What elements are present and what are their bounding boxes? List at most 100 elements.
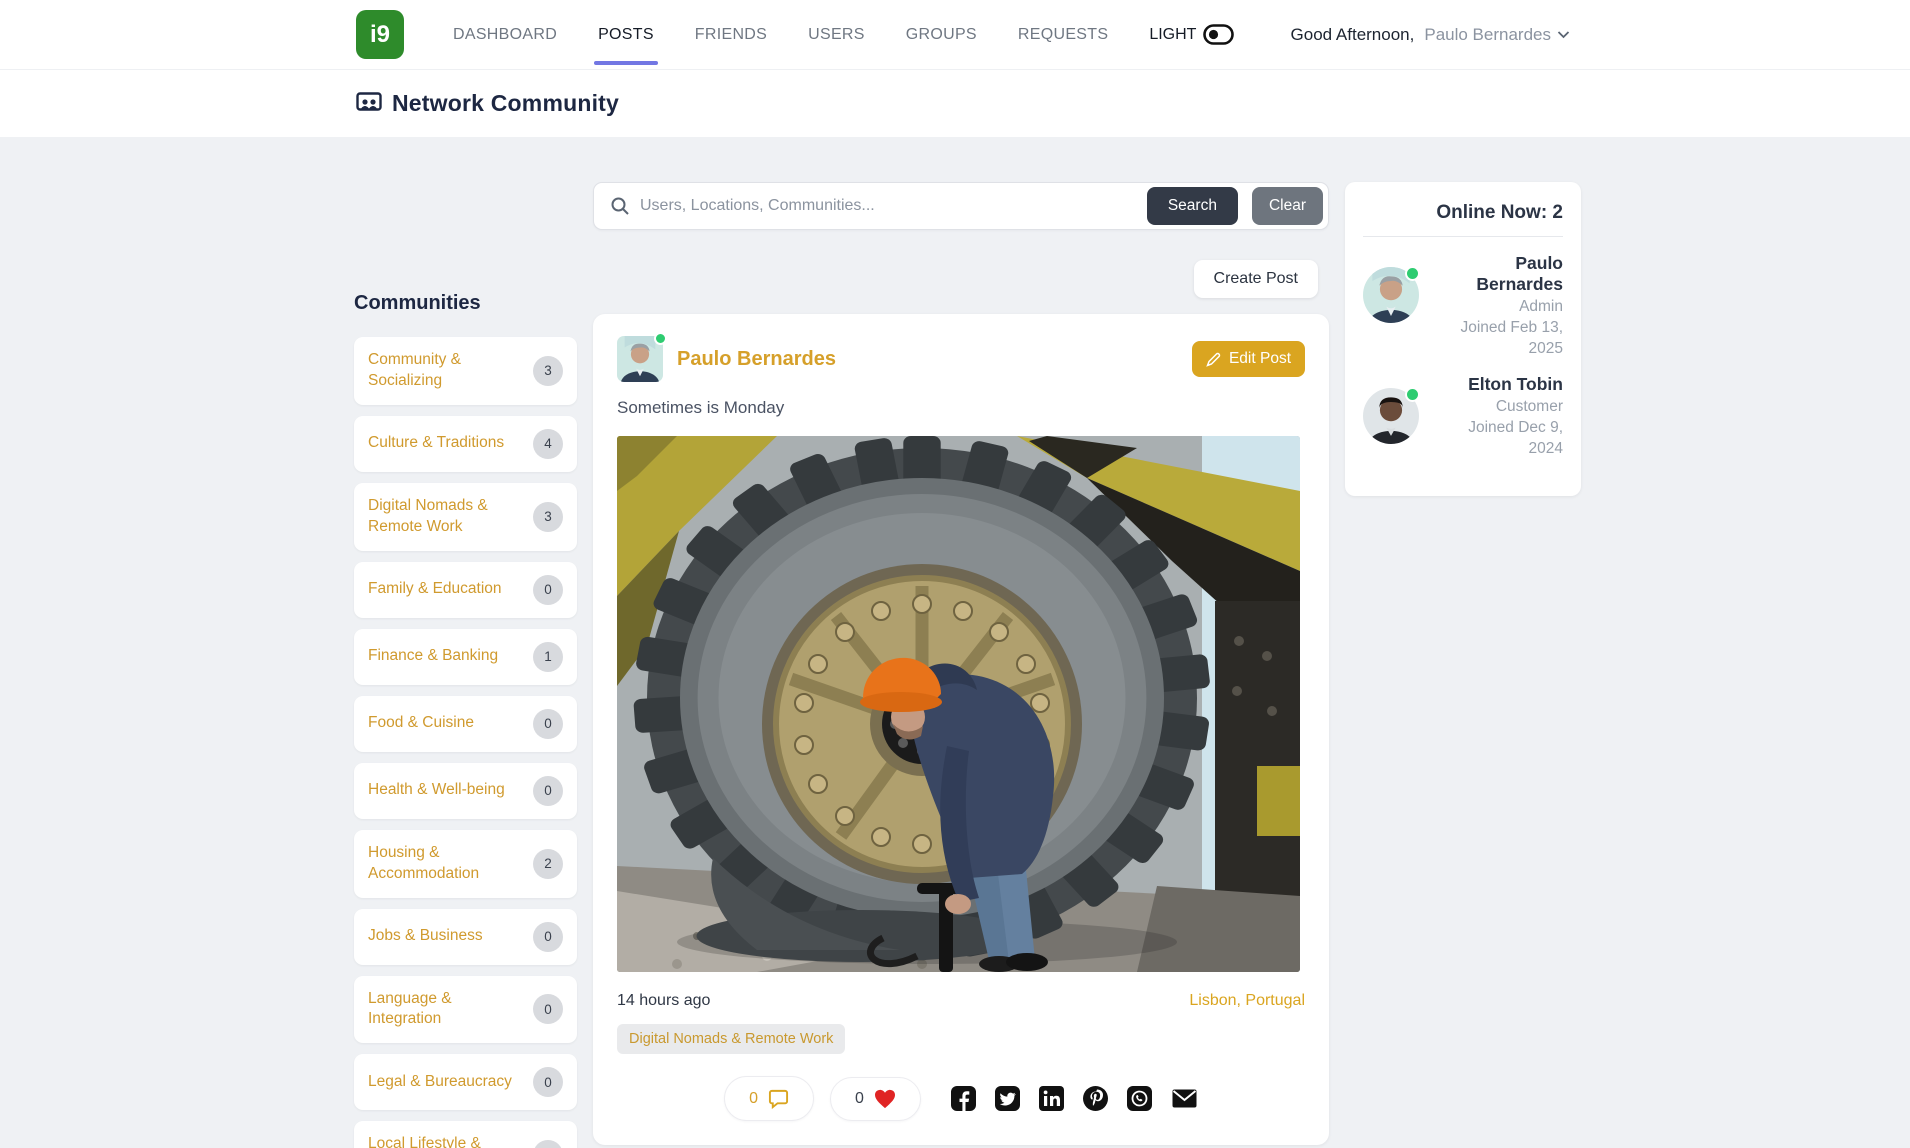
community-count-badge: 0 bbox=[533, 575, 563, 605]
post-author-avatar bbox=[617, 336, 663, 382]
community-label: Local Lifestyle & Travel bbox=[368, 1134, 533, 1148]
user-menu-name: Paulo Bernardes bbox=[1424, 25, 1551, 45]
community-item-finance-banking[interactable]: Finance & Banking 1 bbox=[354, 629, 577, 685]
community-count-badge: 3 bbox=[533, 1140, 563, 1148]
main-nav: DASHBOARD POSTS FRIENDS USERS GROUPS REQ… bbox=[453, 0, 1234, 69]
comments-count: 0 bbox=[749, 1090, 758, 1108]
community-count-badge: 2 bbox=[533, 849, 563, 879]
theme-label: LIGHT bbox=[1149, 26, 1196, 44]
linkedin-icon[interactable] bbox=[1039, 1086, 1064, 1111]
community-label: Health & Well-being bbox=[368, 780, 513, 801]
community-count-badge: 3 bbox=[533, 502, 563, 532]
post-author-name[interactable]: Paulo Bernardes bbox=[677, 348, 836, 371]
heart-icon bbox=[874, 1089, 896, 1109]
community-item-legal-bureaucracy[interactable]: Legal & Bureaucracy 0 bbox=[354, 1054, 577, 1110]
community-item-culture-traditions[interactable]: Culture & Traditions 4 bbox=[354, 416, 577, 472]
communities-sidebar: Communities Community & Socializing 3 Cu… bbox=[354, 292, 577, 1148]
community-label: Language & Integration bbox=[368, 989, 533, 1031]
community-label: Food & Cuisine bbox=[368, 713, 482, 734]
post-header: Paulo Bernardes Edit Post bbox=[617, 336, 1305, 382]
online-status-dot bbox=[654, 332, 667, 345]
facebook-icon[interactable] bbox=[951, 1086, 976, 1111]
post-card: Paulo Bernardes Edit Post Sometimes is M… bbox=[593, 314, 1329, 1145]
online-user-avatar bbox=[1363, 267, 1419, 323]
page-title: Network Community bbox=[392, 90, 619, 117]
nav-users[interactable]: USERS bbox=[808, 0, 865, 69]
community-count-badge: 0 bbox=[533, 709, 563, 739]
create-post-button[interactable]: Create Post bbox=[1194, 260, 1318, 298]
community-label: Community & Socializing bbox=[368, 350, 533, 392]
search-input[interactable] bbox=[640, 197, 1137, 215]
search-icon bbox=[610, 196, 630, 216]
user-menu[interactable]: Paulo Bernardes bbox=[1424, 25, 1570, 45]
comment-bubble-icon bbox=[768, 1088, 789, 1109]
online-user-name: Paulo Bernardes bbox=[1431, 253, 1563, 295]
post-action-row: 0 0 bbox=[617, 1076, 1305, 1121]
post-location-link[interactable]: Lisbon, Portugal bbox=[1189, 992, 1305, 1010]
community-icon bbox=[356, 92, 382, 116]
community-count-badge: 0 bbox=[533, 776, 563, 806]
edit-post-button[interactable]: Edit Post bbox=[1192, 341, 1305, 377]
app-logo[interactable]: i9 bbox=[356, 10, 404, 59]
clear-button[interactable]: Clear bbox=[1252, 187, 1323, 225]
community-label: Finance & Banking bbox=[368, 646, 506, 667]
theme-toggle[interactable]: LIGHT bbox=[1149, 24, 1234, 45]
online-user-name: Elton Tobin bbox=[1431, 374, 1563, 395]
online-user-info: Paulo Bernardes Admin Joined Feb 13, 202… bbox=[1431, 253, 1563, 360]
online-user-row: Elton Tobin Customer Joined Dec 9, 2024 bbox=[1363, 374, 1563, 460]
post-timestamp: 14 hours ago bbox=[617, 992, 710, 1010]
online-user-role: Admin bbox=[1431, 298, 1563, 316]
online-now-title: Online Now: 2 bbox=[1363, 202, 1563, 237]
community-count-badge: 0 bbox=[533, 1067, 563, 1097]
main-column: Search Clear Create Post Paulo Bernardes… bbox=[593, 182, 1329, 1145]
nav-friends[interactable]: FRIENDS bbox=[695, 0, 767, 69]
community-item-jobs-business[interactable]: Jobs & Business 0 bbox=[354, 909, 577, 965]
online-user-info: Elton Tobin Customer Joined Dec 9, 2024 bbox=[1431, 374, 1563, 460]
community-item-food-cuisine[interactable]: Food & Cuisine 0 bbox=[354, 696, 577, 752]
community-item-health-wellbeing[interactable]: Health & Well-being 0 bbox=[354, 763, 577, 819]
online-user-joined: Joined Dec 9, 2024 bbox=[1431, 418, 1563, 460]
community-count-badge: 1 bbox=[533, 642, 563, 672]
nav-dashboard[interactable]: DASHBOARD bbox=[453, 0, 557, 69]
post-text: Sometimes is Monday bbox=[617, 398, 1305, 418]
community-count-badge: 0 bbox=[533, 994, 563, 1024]
community-label: Family & Education bbox=[368, 579, 510, 600]
community-item-family-education[interactable]: Family & Education 0 bbox=[354, 562, 577, 618]
toggle-icon bbox=[1203, 24, 1234, 45]
community-item-housing-accommodation[interactable]: Housing & Accommodation 2 bbox=[354, 830, 577, 898]
nav-requests[interactable]: REQUESTS bbox=[1018, 0, 1108, 69]
communities-heading: Communities bbox=[354, 292, 577, 315]
create-post-row: Create Post bbox=[593, 260, 1329, 298]
likes-button[interactable]: 0 bbox=[830, 1077, 921, 1121]
post-community-tag[interactable]: Digital Nomads & Remote Work bbox=[617, 1024, 845, 1054]
community-item-community-socializing[interactable]: Community & Socializing 3 bbox=[354, 337, 577, 405]
likes-count: 0 bbox=[855, 1090, 864, 1108]
community-item-language-integration[interactable]: Language & Integration 0 bbox=[354, 976, 577, 1044]
nav-groups[interactable]: GROUPS bbox=[906, 0, 977, 69]
online-user-row: Paulo Bernardes Admin Joined Feb 13, 202… bbox=[1363, 253, 1563, 360]
comments-button[interactable]: 0 bbox=[724, 1076, 814, 1121]
online-status-dot bbox=[1405, 266, 1420, 281]
community-label: Legal & Bureaucracy bbox=[368, 1072, 520, 1093]
online-user-joined: Joined Feb 13, 2025 bbox=[1431, 318, 1563, 360]
content-area: Communities Community & Socializing 3 Cu… bbox=[0, 137, 1910, 1148]
pinterest-icon[interactable] bbox=[1083, 1086, 1108, 1111]
search-bar: Search Clear bbox=[593, 182, 1329, 230]
community-label: Digital Nomads & Remote Work bbox=[368, 496, 533, 538]
community-count-badge: 3 bbox=[533, 356, 563, 386]
social-share-row bbox=[951, 1086, 1198, 1111]
community-label: Housing & Accommodation bbox=[368, 843, 533, 885]
online-now-panel: Online Now: 2 Paulo Bernardes Admin Join… bbox=[1345, 182, 1581, 496]
email-icon[interactable] bbox=[1171, 1088, 1198, 1109]
title-band: Network Community bbox=[0, 70, 1910, 137]
online-status-dot bbox=[1405, 387, 1420, 402]
community-item-local-lifestyle-travel[interactable]: Local Lifestyle & Travel 3 bbox=[354, 1121, 577, 1148]
search-button[interactable]: Search bbox=[1147, 187, 1238, 225]
twitter-icon[interactable] bbox=[995, 1086, 1020, 1111]
edit-post-label: Edit Post bbox=[1229, 350, 1291, 368]
pencil-icon bbox=[1206, 352, 1221, 367]
community-item-digital-nomads[interactable]: Digital Nomads & Remote Work 3 bbox=[354, 483, 577, 551]
nav-posts[interactable]: POSTS bbox=[598, 0, 654, 69]
whatsapp-icon[interactable] bbox=[1127, 1086, 1152, 1111]
online-user-role: Customer bbox=[1431, 398, 1563, 416]
